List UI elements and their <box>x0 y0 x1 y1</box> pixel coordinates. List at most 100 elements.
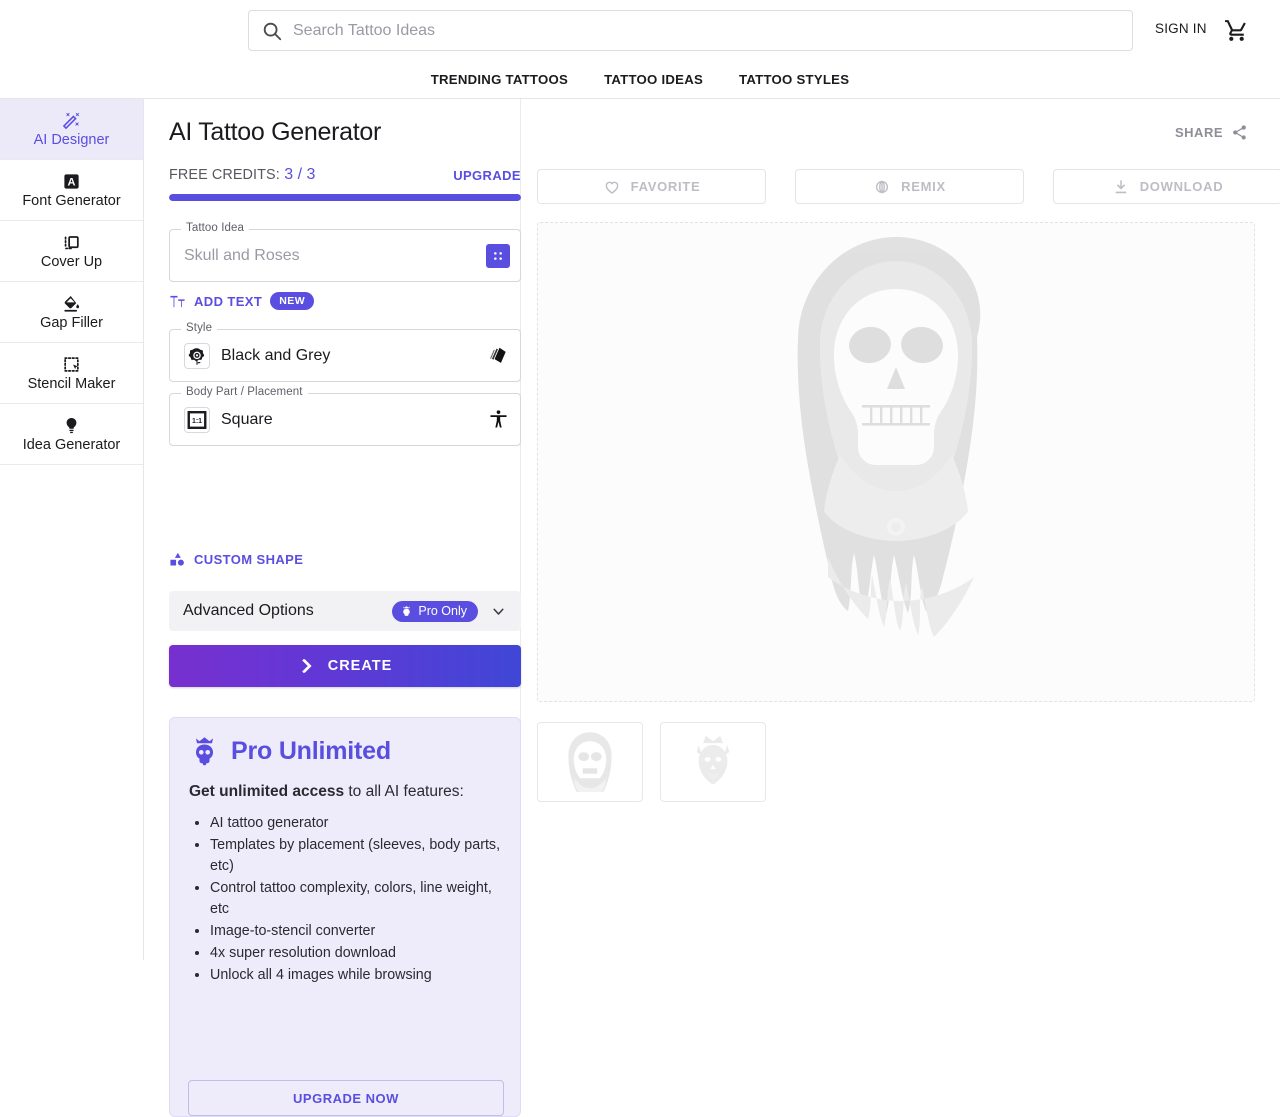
sidebar-item-label: Gap Filler <box>40 314 103 331</box>
list-item: Control tattoo complexity, colors, line … <box>210 878 501 920</box>
favorite-button[interactable]: FAVORITE <box>537 169 766 204</box>
sidebar-item-label: Idea Generator <box>22 436 121 453</box>
credits-label-text: FREE CREDITS: <box>169 167 280 183</box>
advanced-options-accordion[interactable]: Advanced Options Pro Only <box>169 591 521 631</box>
crowned-skull-icon <box>403 605 411 616</box>
upgrade-now-button[interactable]: UPGRADE NOW <box>188 1080 504 1116</box>
credits-row: FREE CREDITS: 3 / 3 UPGRADE <box>169 166 521 184</box>
hooded-skull-tattoo-art <box>797 237 981 637</box>
pro-unlimited-subtitle: Get unlimited access to all AI features: <box>189 783 501 801</box>
letter-a-icon: A <box>62 172 81 191</box>
dashed-select-icon <box>62 355 81 374</box>
svg-text:A: A <box>67 176 75 188</box>
pro-subtitle-bold: Get unlimited access <box>189 783 345 800</box>
share-button[interactable]: SHARE <box>1175 124 1248 141</box>
body-accessibility-icon[interactable] <box>486 408 510 432</box>
pro-subtitle-rest: to all AI features: <box>344 783 464 800</box>
double-chevron-right-icon <box>298 657 316 675</box>
search-input[interactable] <box>283 11 1120 50</box>
crowned-skull-icon <box>189 736 220 767</box>
list-item: AI tattoo generator <box>210 813 501 834</box>
placement-legend: Body Part / Placement <box>181 386 308 398</box>
aspect-ratio-1-1-icon: 1:1 <box>184 406 210 433</box>
sidebar-item-gap-filler[interactable]: Gap Filler <box>0 282 143 343</box>
create-button[interactable]: CREATE <box>169 645 521 687</box>
pro-features-list: AI tattoo generator Templates by placeme… <box>189 813 501 986</box>
sidebar-item-stencil-maker[interactable]: Stencil Maker <box>0 343 143 404</box>
tattoo-idea-input[interactable] <box>184 230 475 281</box>
share-icon <box>1231 124 1248 141</box>
shopping-cart-icon[interactable] <box>1224 18 1249 43</box>
style-field[interactable]: Style Black and Grey <box>169 322 521 382</box>
remix-button[interactable]: REMIX <box>795 169 1024 204</box>
download-label: DOWNLOAD <box>1139 179 1224 194</box>
thumbnail-0[interactable] <box>537 722 643 802</box>
text-format-icon <box>169 293 186 310</box>
cover-up-square-icon <box>62 233 81 252</box>
style-value: Black and Grey <box>221 346 331 364</box>
nav-tab-tattoo-styles[interactable]: TATTOO STYLES <box>739 72 849 87</box>
remix-icon <box>873 178 891 196</box>
style-cards-icon[interactable] <box>486 344 510 368</box>
dice-icon[interactable] <box>486 243 510 268</box>
search-bar[interactable] <box>248 10 1133 51</box>
list-item: Unlock all 4 images while browsing <box>210 965 501 986</box>
placement-value: Square <box>221 410 273 428</box>
nav-tab-tattoo-ideas[interactable]: TATTOO IDEAS <box>604 72 703 87</box>
magic-wand-icon <box>62 111 81 130</box>
top-bar: SIGN IN <box>0 0 1280 61</box>
nav-tab-trending-tattoos[interactable]: TRENDING TATTOOS <box>431 72 568 87</box>
tattoo-idea-legend: Tattoo Idea <box>181 222 250 234</box>
sidebar-item-cover-up[interactable]: Cover Up <box>0 221 143 282</box>
upgrade-now-label: UPGRADE NOW <box>293 1090 399 1106</box>
custom-shape-label: CUSTOM SHAPE <box>194 552 304 567</box>
paint-bucket-icon <box>62 294 81 313</box>
rose-tattoo-icon <box>184 342 210 369</box>
chevron-down-icon[interactable] <box>490 603 507 620</box>
custom-shape-button[interactable]: CUSTOM SHAPE <box>169 551 303 568</box>
list-item: Image-to-stencil converter <box>210 921 501 942</box>
sidebar-item-label: Stencil Maker <box>27 375 116 392</box>
list-item: Templates by placement (sleeves, body pa… <box>210 835 501 877</box>
create-label: CREATE <box>327 658 393 674</box>
image-actions: FAVORITE REMIX DOWNLOAD <box>537 169 1280 204</box>
pro-only-label: Pro Only <box>418 604 467 618</box>
main-navigation: TRENDING TATTOOS TATTOO IDEAS TATTOO STY… <box>0 61 1280 99</box>
thumbnail-1[interactable] <box>660 722 766 802</box>
generator-panel: AI Tattoo Generator FREE CREDITS: 3 / 3 … <box>144 99 521 1117</box>
sidebar-item-label: AI Designer <box>33 131 110 148</box>
download-button[interactable]: DOWNLOAD <box>1053 169 1280 204</box>
lightbulb-icon <box>62 416 81 435</box>
pro-only-badge: Pro Only <box>392 600 478 622</box>
download-icon <box>1112 178 1130 196</box>
favorite-label: FAVORITE <box>630 179 701 194</box>
sidebar-item-label: Cover Up <box>40 253 103 270</box>
add-text-label: ADD TEXT <box>194 293 263 309</box>
image-thumbnails <box>537 722 766 802</box>
pro-unlimited-card: Pro Unlimited Get unlimited access to al… <box>169 717 521 1117</box>
upgrade-link[interactable]: UPGRADE <box>453 168 521 183</box>
credits-label: FREE CREDITS: 3 / 3 <box>169 166 315 184</box>
credits-progress-bar <box>169 194 521 201</box>
image-canvas[interactable] <box>537 222 1255 702</box>
new-badge: NEW <box>270 292 315 310</box>
tattoo-idea-field[interactable]: Tattoo Idea <box>169 222 521 282</box>
list-item: 4x super resolution download <box>210 943 501 964</box>
page-title: AI Tattoo Generator <box>169 118 382 146</box>
sidebar-item-font-generator[interactable]: A Font Generator <box>0 160 143 221</box>
shapes-icon <box>169 551 186 568</box>
credits-progress-fill <box>169 194 521 201</box>
add-text-button[interactable]: ADD TEXT NEW <box>169 292 315 310</box>
search-icon <box>261 20 283 42</box>
sign-in-button[interactable]: SIGN IN <box>1155 21 1207 36</box>
credits-count: 3 / 3 <box>284 166 316 183</box>
placement-field[interactable]: Body Part / Placement 1:1 Square <box>169 386 521 446</box>
style-legend: Style <box>181 322 218 334</box>
sidebar-item-ai-designer[interactable]: AI Designer <box>0 99 143 160</box>
remix-label: REMIX <box>901 179 946 194</box>
advanced-options-title: Advanced Options <box>183 602 314 619</box>
heart-icon <box>603 178 621 196</box>
pro-unlimited-title: Pro Unlimited <box>231 737 391 765</box>
sidebar-item-idea-generator[interactable]: Idea Generator <box>0 404 143 465</box>
sidebar-item-label: Font Generator <box>22 192 121 209</box>
